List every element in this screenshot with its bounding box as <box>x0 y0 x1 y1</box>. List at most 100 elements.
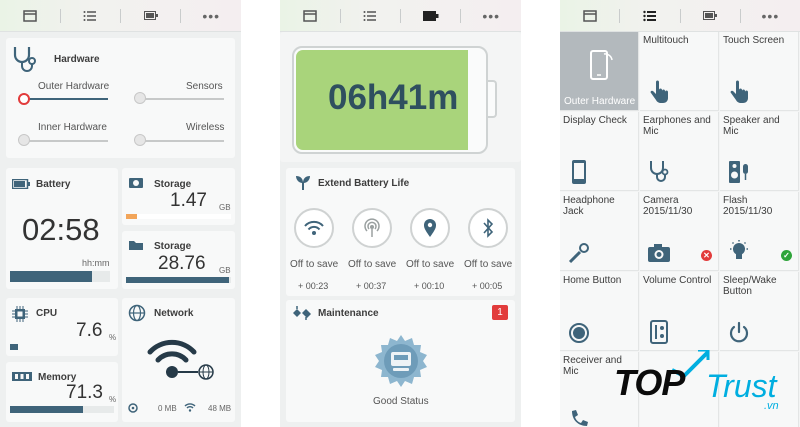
cpu-fill <box>10 344 19 350</box>
hotspot-gain: + 00:37 <box>356 281 387 291</box>
tab-checklist[interactable] <box>620 0 679 32</box>
flash-pass-icon: ✓ <box>781 250 792 261</box>
folder-icon <box>129 241 143 250</box>
test-display-check[interactable]: Display Check <box>560 112 639 191</box>
speaker-icon <box>729 161 748 183</box>
more-icon: ••• <box>482 7 501 24</box>
inner-hardware-label: Inner Hardware <box>38 122 107 133</box>
storage-title-2: Storage <box>154 241 192 252</box>
inner-hardware-slider[interactable] <box>22 140 108 142</box>
dashboard-icon <box>303 9 317 22</box>
sensors-label: Sensors <box>186 81 223 92</box>
sensors-slider[interactable] <box>138 98 224 100</box>
test-camera[interactable]: Camera 2015/11/30 ✕ <box>640 192 719 271</box>
memory-fill <box>10 406 83 413</box>
lightbulb-icon <box>730 240 748 259</box>
memory-value: 71.3 <box>66 382 103 403</box>
tab-dashboard[interactable] <box>0 0 60 32</box>
location-gain: + 00:10 <box>414 281 445 291</box>
tab-checklist[interactable] <box>340 0 400 32</box>
bluetooth-toggle-button[interactable] <box>468 208 508 248</box>
test-display-check-label: Display Check <box>563 115 627 126</box>
network-mobile-usage: 0 MB <box>158 404 177 413</box>
test-sleep-wake[interactable]: Sleep/Wake Button <box>720 272 799 351</box>
test-home-button-label: Home Button <box>563 275 622 286</box>
tab-battery[interactable] <box>121 0 181 32</box>
storage-bar-2 <box>126 277 231 283</box>
home-button-icon <box>569 323 589 343</box>
outer-hardware-slider[interactable] <box>22 98 108 100</box>
battery-icon <box>422 10 439 21</box>
test-earphones-mic[interactable]: Earphones and Mic <box>640 112 719 191</box>
storage-card-2[interactable]: Storage 28.76 GB <box>122 231 235 289</box>
extend-battery-title: Extend Battery Life <box>318 178 410 189</box>
cpu-card[interactable]: CPU 7.6 % <box>6 298 118 356</box>
top-tab-bar: ••• <box>560 0 800 32</box>
battery-visual-card: 06h41m <box>280 32 521 162</box>
tab-dashboard[interactable] <box>560 0 619 32</box>
test-speaker-mic[interactable]: Speaker and Mic <box>720 112 799 191</box>
headphone-plug-icon <box>568 243 589 264</box>
maintenance-card[interactable]: Maintenance 1 Good Status <box>286 300 515 422</box>
test-multitouch-label: Multitouch <box>643 35 689 46</box>
tab-battery[interactable] <box>681 0 740 32</box>
stethoscope-icon <box>13 47 36 72</box>
outer-hardware-label: Outer Hardware <box>38 81 110 92</box>
test-sleep-wake-label: Sleep/Wake Button <box>723 275 777 297</box>
memory-bar <box>10 406 114 413</box>
watermark-text-suffix: .vn <box>764 400 779 412</box>
storage-unit-1: GB <box>219 203 231 212</box>
test-volume-control[interactable]: Volume Control <box>640 272 719 351</box>
wifi-globe-graphic <box>147 339 214 380</box>
battery-terminal <box>488 80 497 118</box>
tab-more[interactable]: ••• <box>741 0 800 32</box>
battery-level-fill <box>10 271 92 282</box>
cpu-title: CPU <box>36 308 58 319</box>
outer-hardware-error-icon[interactable] <box>18 93 30 105</box>
test-touch-screen[interactable]: Touch Screen <box>720 32 799 111</box>
test-home-button[interactable]: Home Button <box>560 272 639 351</box>
bluetooth-icon <box>483 218 494 238</box>
tab-battery[interactable] <box>401 0 461 32</box>
checklist-icon <box>363 10 377 21</box>
tab-dashboard[interactable] <box>280 0 340 32</box>
screen-dashboard: ••• Hardware Outer Hardware Sensors Inne… <box>0 0 241 427</box>
test-headphone-jack[interactable]: Headphone Jack <box>560 192 639 271</box>
globe-icon <box>128 304 146 322</box>
test-multitouch[interactable]: Multitouch <box>640 32 719 111</box>
storage-value-1: 1.47 <box>170 190 207 211</box>
more-icon: ••• <box>761 7 780 24</box>
hardware-card[interactable]: Hardware Outer Hardware Sensors Inner Ha… <box>6 38 235 158</box>
memory-icon <box>12 372 32 381</box>
tab-checklist[interactable] <box>60 0 120 32</box>
storage-unit-2: GB <box>219 266 231 275</box>
screen-hardware-tests: ••• Outer Hardware Multitouch Touch Scre… <box>560 0 800 427</box>
location-option-label: Off to save <box>406 259 455 270</box>
test-flash-label: Flash 2015/11/30 <box>723 195 773 217</box>
tab-more[interactable]: ••• <box>461 0 521 32</box>
memory-card[interactable]: Memory 71.3 % <box>6 362 118 422</box>
cpu-icon <box>12 306 28 322</box>
checklist-icon <box>643 10 656 21</box>
network-card[interactable]: Network 0 MB 48 MB <box>122 298 235 422</box>
wireless-slider[interactable] <box>138 140 224 142</box>
battery-card[interactable]: Battery 02:58 hh:mm <box>6 168 118 289</box>
hotspot-toggle-button[interactable] <box>352 208 392 248</box>
wireless-slider-knob[interactable] <box>134 134 146 146</box>
sensors-slider-knob[interactable] <box>134 92 146 104</box>
test-outer-hardware-label: Outer Hardware <box>564 96 636 107</box>
storage-title-1: Storage <box>154 179 192 190</box>
bluetooth-gain: + 00:05 <box>472 281 503 291</box>
inner-hardware-slider-knob[interactable] <box>18 134 30 146</box>
test-outer-hardware[interactable]: Outer Hardware <box>560 32 639 111</box>
battery-time: 02:58 <box>22 212 100 247</box>
camera-icon <box>648 244 670 262</box>
maintenance-title: Maintenance <box>318 308 379 319</box>
wireless-label: Wireless <box>186 122 225 133</box>
location-toggle-button[interactable] <box>410 208 450 248</box>
storage-card-1[interactable]: Storage 1.47 GB <box>122 168 235 225</box>
test-flash[interactable]: Flash 2015/11/30 ✓ <box>720 192 799 271</box>
test-touch-screen-label: Touch Screen <box>723 35 785 46</box>
wifi-toggle-button[interactable] <box>294 208 334 248</box>
tab-more[interactable]: ••• <box>181 0 241 32</box>
